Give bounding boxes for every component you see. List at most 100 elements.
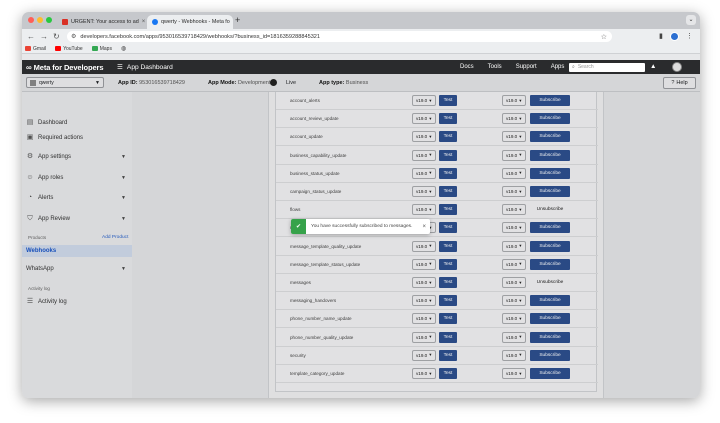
tab-gmail[interactable]: URGENT: Your access to ad ×: [57, 15, 145, 29]
test-button[interactable]: Test: [439, 204, 457, 216]
version-select[interactable]: v19.0▾: [412, 368, 436, 379]
app-dashboard-menu[interactable]: ☰ App Dashboard: [117, 63, 173, 72]
nav-support[interactable]: Support: [516, 64, 537, 70]
subscribe-button[interactable]: Subscribe: [530, 313, 570, 325]
test-button[interactable]: Test: [439, 131, 457, 143]
test-button[interactable]: Test: [439, 113, 457, 125]
version-select[interactable]: v19.0▾: [412, 113, 436, 125]
subscribe-button[interactable]: Subscribe: [530, 368, 570, 379]
sidebar-item-app-roles[interactable]: ☺ App roles ▼: [26, 172, 130, 184]
bookmark-gmail[interactable]: Gmail: [25, 46, 46, 52]
subscribe-button[interactable]: Subscribe: [530, 167, 570, 179]
version-select[interactable]: v19.0▾: [412, 240, 436, 252]
subscription-version-select[interactable]: v19.0 ▾: [502, 277, 526, 288]
sidebar-item-webhooks[interactable]: Webhooks: [22, 245, 132, 257]
subscribe-button[interactable]: Subscribe: [530, 95, 570, 106]
help-button[interactable]: ? Help: [663, 77, 696, 89]
test-button[interactable]: Test: [439, 186, 457, 197]
nav-apps[interactable]: Apps: [551, 64, 565, 70]
subscribe-button[interactable]: Subscribe: [530, 113, 570, 125]
bookmark-maps[interactable]: Maps: [91, 46, 112, 52]
test-button[interactable]: Test: [439, 222, 457, 234]
test-button[interactable]: Test: [439, 295, 457, 307]
subscribe-button[interactable]: Subscribe: [530, 222, 570, 234]
nav-tools[interactable]: Tools: [488, 64, 502, 70]
bookmark-star-icon[interactable]: ☆: [601, 33, 607, 41]
subscription-version-select[interactable]: v19.0 ▾: [502, 258, 526, 270]
version-select[interactable]: v19.0▾: [412, 258, 436, 270]
version-select[interactable]: v19.0▾: [412, 349, 436, 361]
close-toast-icon[interactable]: ×: [422, 224, 426, 230]
tab-webhooks[interactable]: qwerty - Webhooks - Meta fo ×: [147, 15, 233, 29]
subscription-version-select[interactable]: v19.0 ▾: [502, 240, 526, 252]
notifications-bell-icon[interactable]: ▲: [650, 63, 656, 70]
close-window-button[interactable]: [28, 17, 34, 23]
test-button[interactable]: Test: [439, 95, 457, 106]
subscribe-button[interactable]: Subscribe: [530, 149, 570, 161]
subscribe-button[interactable]: Subscribe: [530, 331, 570, 343]
unsubscribe-button[interactable]: Unsubscribe: [530, 204, 570, 215]
browser-menu-icon[interactable]: ⋮: [686, 32, 693, 40]
version-select[interactable]: v19.0▾: [412, 313, 436, 325]
back-icon[interactable]: ←: [27, 32, 35, 41]
sidebar-item-activity-log[interactable]: ☰ Activity log: [26, 296, 130, 308]
live-mode-toggle[interactable]: [270, 79, 277, 86]
subscribe-button[interactable]: Subscribe: [530, 240, 570, 252]
site-info-icon[interactable]: ⚙: [71, 33, 76, 40]
subscription-version-select[interactable]: v19.0 ▾: [502, 131, 526, 143]
subscription-version-select[interactable]: v19.0 ▾: [502, 149, 526, 161]
account-avatar[interactable]: [672, 62, 682, 72]
test-button[interactable]: Test: [439, 349, 457, 361]
test-button[interactable]: Test: [439, 240, 457, 252]
version-select[interactable]: v19.0▾: [412, 295, 436, 307]
subscription-version-select[interactable]: v19.0 ▾: [502, 167, 526, 179]
url-field[interactable]: ⚙ developers.facebook.com/apps/953016539…: [67, 31, 612, 42]
sidebar-item-app-settings[interactable]: ⚙ App settings ▼: [26, 151, 130, 163]
add-product-link[interactable]: Add Product: [102, 235, 128, 240]
subscription-version-select[interactable]: v19.0 ▾: [502, 295, 526, 307]
bookmark-extra[interactable]: ◍: [121, 45, 126, 52]
meta-logo[interactable]: ∞ Meta for Developers: [26, 63, 104, 72]
subscribe-button[interactable]: Subscribe: [530, 186, 570, 197]
app-selector[interactable]: qwerty ▼: [26, 77, 104, 88]
version-select[interactable]: v19.0▾: [412, 167, 436, 179]
reload-icon[interactable]: ↻: [53, 32, 60, 41]
subscription-version-select[interactable]: v19.0 ▾: [502, 349, 526, 361]
version-select[interactable]: v19.0▾: [412, 149, 436, 161]
sidebar-item-app-review[interactable]: ⛉ App Review ▼: [26, 213, 130, 225]
test-button[interactable]: Test: [439, 149, 457, 161]
subscription-version-select[interactable]: v19.0 ▾: [502, 95, 526, 106]
test-button[interactable]: Test: [439, 167, 457, 179]
tab-search-button[interactable]: ⌄: [686, 15, 696, 25]
minimize-window-button[interactable]: [37, 17, 43, 23]
unsubscribe-button[interactable]: Unsubscribe: [530, 277, 570, 288]
test-button[interactable]: Test: [439, 313, 457, 325]
nav-docs[interactable]: Docs: [460, 64, 474, 70]
bookmark-youtube[interactable]: YouTube: [55, 46, 83, 52]
sidebar-toggle-icon[interactable]: ▮: [659, 32, 663, 40]
sidebar-item-required-actions[interactable]: ▣ Required actions: [26, 132, 130, 144]
version-select[interactable]: v19.0▾: [412, 204, 436, 216]
subscription-version-select[interactable]: v19.0 ▾: [502, 204, 526, 216]
subscribe-button[interactable]: Subscribe: [530, 258, 570, 270]
version-select[interactable]: v19.0▾: [412, 186, 436, 197]
subscription-version-select[interactable]: v19.0 ▾: [502, 331, 526, 343]
subscribe-button[interactable]: Subscribe: [530, 349, 570, 361]
test-button[interactable]: Test: [439, 277, 457, 288]
test-button[interactable]: Test: [439, 331, 457, 343]
close-tab-icon[interactable]: ×: [142, 19, 145, 25]
subscription-version-select[interactable]: v19.0 ▾: [502, 222, 526, 234]
version-select[interactable]: v19.0▾: [412, 277, 436, 288]
test-button[interactable]: Test: [439, 258, 457, 270]
maximize-window-button[interactable]: [46, 17, 52, 23]
forward-icon[interactable]: →: [40, 32, 48, 41]
test-button[interactable]: Test: [439, 368, 457, 379]
version-select[interactable]: v19.0▾: [412, 95, 436, 106]
subscription-version-select[interactable]: v19.0 ▾: [502, 186, 526, 197]
subscription-version-select[interactable]: v19.0 ▾: [502, 313, 526, 325]
search-input[interactable]: ⌕ Search: [569, 62, 645, 72]
sidebar-item-alerts[interactable]: ◔ Alerts ▼: [26, 192, 130, 204]
subscribe-button[interactable]: Subscribe: [530, 131, 570, 143]
version-select[interactable]: v19.0▾: [412, 331, 436, 343]
subscription-version-select[interactable]: v19.0 ▾: [502, 113, 526, 125]
